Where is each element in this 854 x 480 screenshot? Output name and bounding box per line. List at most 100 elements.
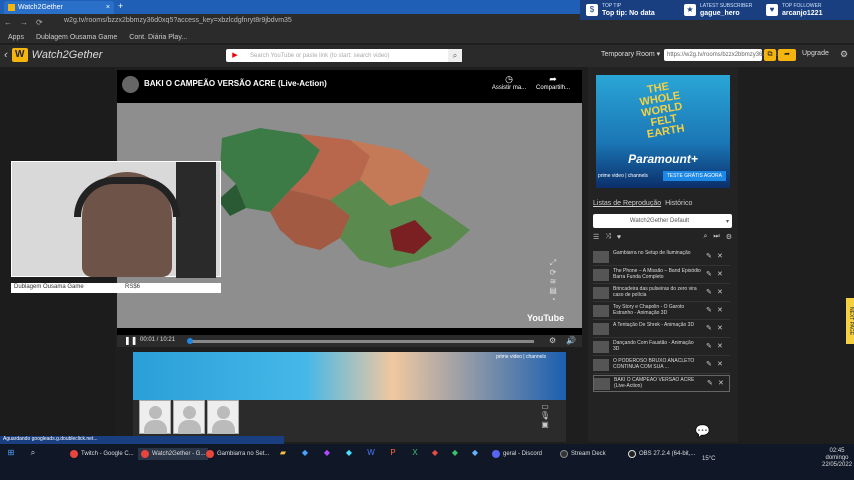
settings-icon[interactable]: ⚙	[549, 336, 556, 345]
app-icon[interactable]: P	[388, 448, 398, 458]
playlist-item[interactable]: Brincadeira das pulseiras do zero vira c…	[593, 285, 730, 302]
taskbar-item[interactable]: Stream Deck	[560, 448, 606, 460]
close-icon[interactable]: ✕	[718, 379, 724, 387]
bookmark-playlist[interactable]: Cont. Diária Play...	[129, 34, 187, 41]
close-icon[interactable]: ✕	[717, 324, 723, 332]
video-title[interactable]: BAKI O CAMPEÃO VERSÃO ACRE (Live-Action)	[144, 79, 327, 88]
back-icon[interactable]: ←	[4, 18, 12, 27]
search-icon[interactable]: ⌕	[703, 233, 707, 241]
room-url-field[interactable]: https://w2g.tv/rooms/bzzx2bbmzy36d0xq5	[664, 49, 779, 61]
url-field[interactable]: w2g.tv/rooms/bzzx2bbmzy36d0xq5?access_ke…	[64, 17, 564, 29]
expand-icon[interactable]: ⤢	[546, 258, 560, 268]
app-icon[interactable]: ◆	[470, 448, 480, 458]
tab-playlists[interactable]: Listas de Reprodução	[593, 200, 661, 207]
gear-icon[interactable]: ⚙	[840, 49, 848, 60]
timer-icon[interactable]: ◔	[546, 295, 560, 304]
webcam-placeholder[interactable]	[207, 400, 239, 434]
sync-icon[interactable]: ⟳	[546, 268, 560, 277]
bookmark-ousama[interactable]: Dublagem Ousama Game	[36, 34, 117, 41]
edit-icon[interactable]: ✎	[706, 270, 712, 278]
settings-icon[interactable]: ⚙	[726, 233, 732, 241]
taskbar-item[interactable]: Gambiarra no Set...	[206, 448, 269, 460]
edit-icon[interactable]: ✎	[706, 252, 712, 260]
taskbar-item[interactable]: Twitch - Google C...	[70, 448, 134, 460]
save-icon[interactable]: ▤	[546, 286, 560, 295]
search-icon[interactable]: ⌕	[448, 49, 462, 62]
close-icon[interactable]: ✕	[717, 342, 723, 350]
volume-icon[interactable]: 🔊	[566, 336, 576, 345]
reload-icon[interactable]: ⟳	[36, 18, 43, 27]
taskbar-item[interactable]: geral - Discord	[492, 448, 542, 460]
playlist-item[interactable]: The Phone – A Missão – Band Episódio Bar…	[593, 267, 730, 284]
tab-history[interactable]: Histórico	[665, 200, 692, 207]
search-input[interactable]: Search YouTube or paste link (to start: …	[244, 53, 448, 59]
prime-video-banner-ad[interactable]: prime video | channels	[133, 352, 566, 400]
taskbar-clock[interactable]: 02:45 domingo 22/05/2022	[822, 448, 852, 469]
seek-handle[interactable]	[187, 338, 193, 344]
bookmark-apps[interactable]: Apps	[8, 34, 24, 41]
pause-button[interactable]: ❚❚	[124, 336, 137, 345]
playlist-select[interactable]: Watch2Gether Default ▾	[593, 214, 732, 228]
playlist-item[interactable]: O PODEROSO BRUXO ANACLETO CONTINUA COM S…	[593, 357, 730, 374]
rooms-dropdown[interactable]: Temporary Room ▾	[601, 50, 660, 58]
close-icon[interactable]: ✕	[717, 306, 723, 314]
ad-cta-button[interactable]: TESTE GRÁTIS AGORA	[662, 171, 726, 181]
seek-bar[interactable]	[188, 340, 534, 343]
playlist-item[interactable]: A Tentação De Shrek - Animação 3D ✎ ✕	[593, 321, 730, 338]
youtube-watermark[interactable]: YouTube	[527, 313, 564, 323]
close-icon[interactable]: ✕	[717, 270, 723, 278]
close-icon[interactable]: ✕	[717, 360, 723, 368]
screen-icon[interactable]: ▣	[536, 420, 554, 429]
app-icon[interactable]: ◆	[344, 448, 354, 458]
youtube-icon[interactable]: ▶	[226, 49, 244, 62]
new-tab-button[interactable]: +	[118, 1, 123, 11]
channel-avatar[interactable]	[122, 76, 139, 93]
webcam-placeholder[interactable]	[173, 400, 205, 434]
chat-bubble-icon[interactable]: 💬	[695, 424, 710, 438]
edit-icon[interactable]: ✎	[707, 379, 713, 387]
edit-icon[interactable]: ✎	[706, 342, 712, 350]
camera-icon[interactable]: ▭	[536, 402, 554, 411]
heart-icon[interactable]: ♥	[617, 234, 621, 241]
edit-icon[interactable]: ✎	[706, 306, 712, 314]
webcam-placeholder[interactable]	[139, 400, 171, 434]
app-icon[interactable]: ◆	[300, 448, 310, 458]
playlist-item[interactable]: Toy Story e Chapolin - O Garoto Estranho…	[593, 303, 730, 320]
paramount-ad[interactable]: THE WHOLE WORLD FELT EARTH Paramount+ pr…	[596, 75, 730, 188]
share-room-button[interactable]: ➦	[778, 49, 796, 61]
back-arrow-icon[interactable]: ‹	[4, 49, 8, 61]
skip-icon[interactable]: ⏭	[713, 233, 719, 241]
list-icon[interactable]: ☰	[593, 233, 599, 241]
folder-icon[interactable]: ▰	[278, 448, 288, 458]
copy-link-button[interactable]: ⧉	[764, 49, 776, 61]
app-icon[interactable]: ◆	[450, 448, 460, 458]
upgrade-link[interactable]: Upgrade	[802, 50, 829, 57]
app-icon[interactable]: ◆	[322, 448, 332, 458]
search-icon[interactable]: ⌕	[28, 448, 38, 458]
app-icon[interactable]: ◆	[430, 448, 440, 458]
playlist-item[interactable]: Gambiarra no Setup de Iluminação ✎ ✕	[593, 249, 730, 266]
browser-tab[interactable]: Watch2Gether ×	[4, 1, 114, 14]
close-icon[interactable]: ✕	[717, 252, 723, 260]
edit-icon[interactable]: ✎	[706, 360, 712, 368]
mic-icon[interactable]: 🎙	[536, 411, 554, 420]
tab-close-icon[interactable]: ×	[106, 4, 110, 11]
w2g-logo[interactable]: ‹ W Watch2Gether	[4, 48, 102, 62]
taskbar-item[interactable]: OBS 27.2.4 (64-bit,...	[628, 448, 695, 460]
app-icon[interactable]: X	[410, 448, 420, 458]
taskbar-item-active[interactable]: Watch2Gether - G...	[138, 448, 209, 460]
edit-icon[interactable]: ✎	[706, 288, 712, 296]
shuffle-icon[interactable]: ⤨	[605, 233, 611, 241]
share-button[interactable]: ➦ Compartilh...	[534, 74, 572, 91]
edit-icon[interactable]: ✎	[706, 324, 712, 332]
watch-later-button[interactable]: ◷ Assistir ma...	[490, 74, 528, 91]
playlist-item[interactable]: Dançando Com Faustão - Animação 3D ✎ ✕	[593, 339, 730, 356]
close-icon[interactable]: ✕	[717, 288, 723, 296]
wifi-icon[interactable]: ≋	[546, 277, 560, 286]
side-badge[interactable]: NEXT PAGE	[846, 298, 854, 344]
app-icon[interactable]: W	[366, 448, 376, 458]
forward-icon[interactable]: →	[20, 18, 28, 27]
playlist-item-current[interactable]: BAKI O CAMPEÃO VERSÃO ACRE (Live-Action)…	[593, 375, 730, 392]
windows-start-icon[interactable]: ⊞	[6, 448, 16, 458]
video-search[interactable]: ▶ Search YouTube or paste link (to start…	[226, 49, 462, 62]
